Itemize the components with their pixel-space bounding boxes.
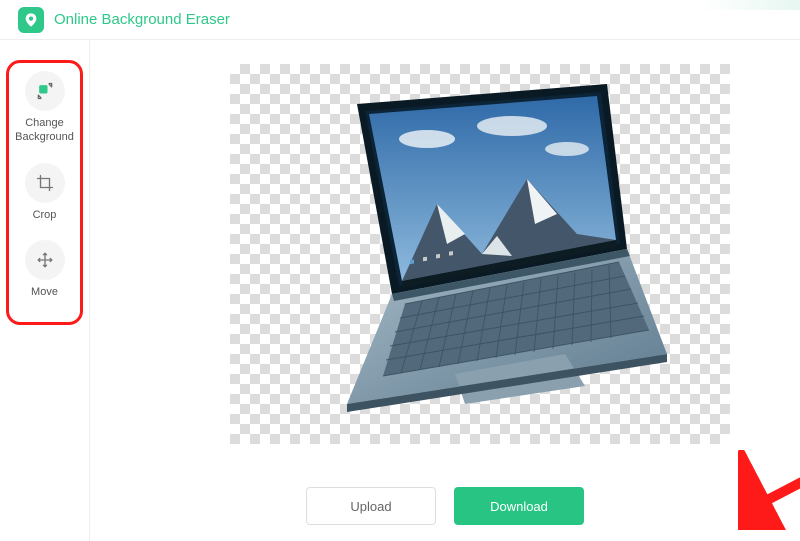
pin-icon — [23, 12, 39, 28]
app-logo — [18, 7, 44, 33]
app-title: Online Background Eraser — [54, 11, 230, 28]
crop-icon — [25, 163, 65, 203]
subject-image[interactable] — [297, 84, 667, 414]
tool-change-background[interactable]: Change Background — [15, 71, 74, 145]
canvas-area: Upload Download — [90, 40, 800, 541]
header: Online Background Eraser — [0, 0, 800, 40]
main: Change Background Crop — [0, 40, 800, 541]
upload-button-label: Upload — [350, 499, 391, 514]
tool-label: Move — [31, 286, 58, 300]
tool-crop[interactable]: Crop — [25, 163, 65, 223]
tools-highlight-box: Change Background Crop — [6, 60, 83, 325]
download-button-label: Download — [490, 499, 548, 514]
change-background-icon — [25, 71, 65, 111]
decorative-accent — [700, 0, 800, 10]
tool-label: Crop — [33, 209, 57, 223]
tool-label: Change Background — [15, 117, 74, 145]
download-button[interactable]: Download — [454, 487, 584, 525]
tool-move[interactable]: Move — [25, 240, 65, 300]
upload-button[interactable]: Upload — [306, 487, 436, 525]
action-bar: Upload Download — [90, 487, 800, 525]
move-icon — [25, 240, 65, 280]
sidebar: Change Background Crop — [0, 40, 90, 541]
transparent-canvas[interactable] — [230, 64, 730, 444]
